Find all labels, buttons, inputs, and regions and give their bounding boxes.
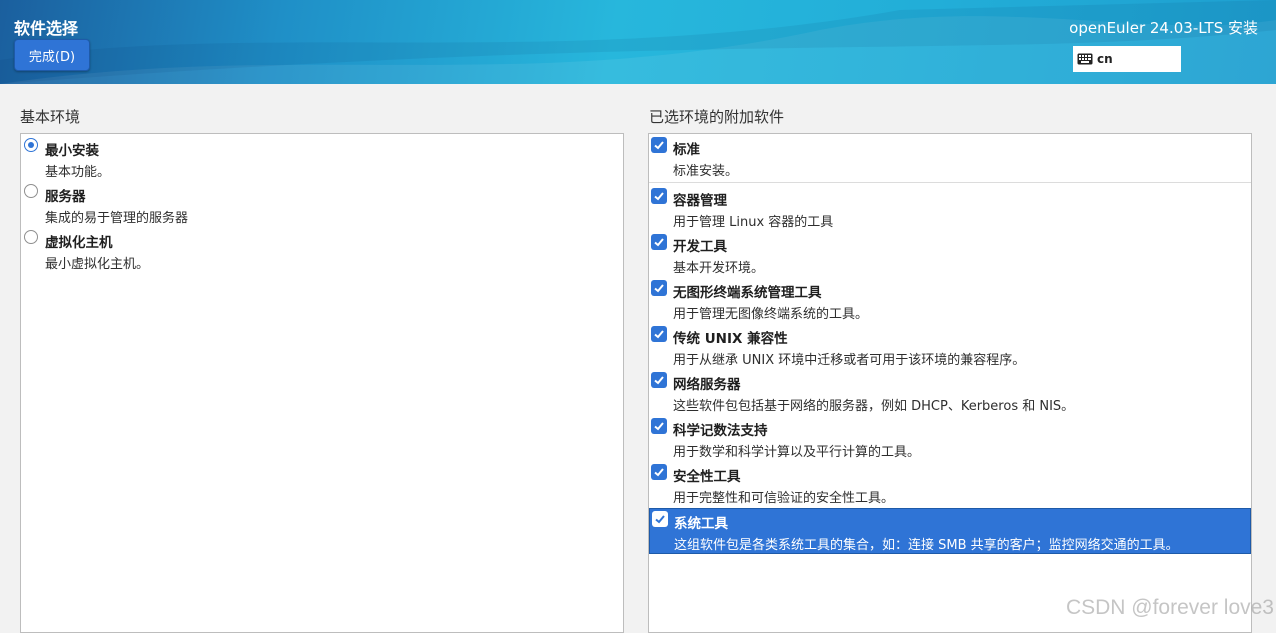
env-item-virtualization-host[interactable]: 虚拟化主机 最小虚拟化主机。 <box>21 228 623 274</box>
checkbox-checked-icon[interactable] <box>651 418 667 434</box>
checkbox-checked-icon[interactable] <box>651 464 667 480</box>
checkbox-checked-icon[interactable] <box>651 280 667 296</box>
checkbox-checked-icon[interactable] <box>652 511 668 527</box>
addon-item-security-tools[interactable]: 安全性工具 用于完整性和可信验证的安全性工具。 <box>649 462 1251 508</box>
env-item-minimal[interactable]: 最小安装 基本功能。 <box>21 136 623 182</box>
addons-heading: 已选环境的附加软件 <box>649 108 785 126</box>
addon-item-desc: 基本开发环境。 <box>673 261 765 276</box>
addon-item-legacy-unix[interactable]: 传统 UNIX 兼容性 用于从继承 UNIX 环境中迁移或者可用于该环境的兼容程… <box>649 324 1251 370</box>
addon-item-name: 无图形终端系统管理工具 <box>673 285 822 301</box>
addon-item-system-tools[interactable]: 系统工具 这组软件包是各类系统工具的集合，如：连接 SMB 共享的客户；监控网络… <box>649 508 1251 554</box>
env-item-name: 服务器 <box>45 189 86 205</box>
done-button[interactable]: 完成(D) <box>14 39 90 71</box>
addon-item-name: 传统 UNIX 兼容性 <box>673 331 788 347</box>
addon-item-name: 网络服务器 <box>673 377 741 393</box>
addon-item-development-tools[interactable]: 开发工具 基本开发环境。 <box>649 232 1251 278</box>
addon-item-name: 容器管理 <box>673 193 727 209</box>
checkbox-checked-icon[interactable] <box>651 137 667 153</box>
addon-item-desc: 标准安装。 <box>673 164 739 179</box>
env-item-server[interactable]: 服务器 集成的易于管理的服务器 <box>21 182 623 228</box>
env-item-desc: 集成的易于管理的服务器 <box>45 211 189 226</box>
addon-item-network-server[interactable]: 网络服务器 这些软件包包括基于网络的服务器，例如 DHCP、Kerberos 和… <box>649 370 1251 416</box>
radio-icon[interactable] <box>24 230 38 244</box>
addon-item-desc: 用于完整性和可信验证的安全性工具。 <box>673 491 895 506</box>
radio-icon[interactable] <box>24 184 38 198</box>
addon-item-desc: 这些软件包包括基于网络的服务器，例如 DHCP、Kerberos 和 NIS。 <box>673 399 1075 414</box>
addon-item-name: 科学记数法支持 <box>673 423 768 439</box>
addon-item-standard[interactable]: 标准 标准安装。 <box>649 135 1251 181</box>
base-environment-heading: 基本环境 <box>20 108 81 126</box>
addon-item-desc: 用于从继承 UNIX 环境中迁移或者可用于该环境的兼容程序。 <box>673 353 1026 368</box>
addon-item-desc: 用于数学和科学计算以及平行计算的工具。 <box>673 445 921 460</box>
env-item-desc: 基本功能。 <box>45 165 111 180</box>
watermark: CSDN @forever love3 <box>1065 596 1274 619</box>
addon-item-headless-management[interactable]: 无图形终端系统管理工具 用于管理无图像终端系统的工具。 <box>649 278 1251 324</box>
checkbox-checked-icon[interactable] <box>651 326 667 342</box>
radio-selected-icon[interactable] <box>24 138 38 152</box>
addon-item-desc: 这组软件包是各类系统工具的集合，如：连接 SMB 共享的客户；监控网络交通的工具… <box>674 538 1179 553</box>
product-title: openEuler 24.03-LTS 安装 <box>1069 19 1258 37</box>
base-environment-list: 最小安装 基本功能。 服务器 集成的易于管理的服务器 虚拟化主机 最小虚拟化主机… <box>20 133 624 633</box>
addon-item-name: 安全性工具 <box>673 469 741 485</box>
checkbox-checked-icon[interactable] <box>651 234 667 250</box>
page-title: 软件选择 <box>14 19 79 38</box>
addon-item-container-management[interactable]: 容器管理 用于管理 Linux 容器的工具 <box>649 186 1251 232</box>
env-item-name: 虚拟化主机 <box>45 235 113 251</box>
checkbox-checked-icon[interactable] <box>651 188 667 204</box>
keyboard-icon <box>1077 53 1093 65</box>
keyboard-layout-indicator[interactable]: cn <box>1073 46 1181 72</box>
addon-item-name: 标准 <box>673 142 700 158</box>
checkbox-checked-icon[interactable] <box>651 372 667 388</box>
env-item-name: 最小安装 <box>45 143 99 159</box>
list-divider <box>649 182 1251 183</box>
addons-list: 标准 标准安装。 容器管理 用于管理 Linux 容器的工具 开发工具 基本开发… <box>648 133 1252 633</box>
addon-item-scientific-support[interactable]: 科学记数法支持 用于数学和科学计算以及平行计算的工具。 <box>649 416 1251 462</box>
header-bar: 软件选择 完成(D) openEuler 24.03-LTS 安装 cn <box>0 0 1276 84</box>
addon-item-desc: 用于管理无图像终端系统的工具。 <box>673 307 869 322</box>
addon-item-name: 开发工具 <box>673 239 727 255</box>
keyboard-layout-label: cn <box>1097 52 1113 66</box>
addon-item-desc: 用于管理 Linux 容器的工具 <box>673 215 834 230</box>
addon-item-name: 系统工具 <box>674 516 728 532</box>
env-item-desc: 最小虚拟化主机。 <box>45 257 150 272</box>
